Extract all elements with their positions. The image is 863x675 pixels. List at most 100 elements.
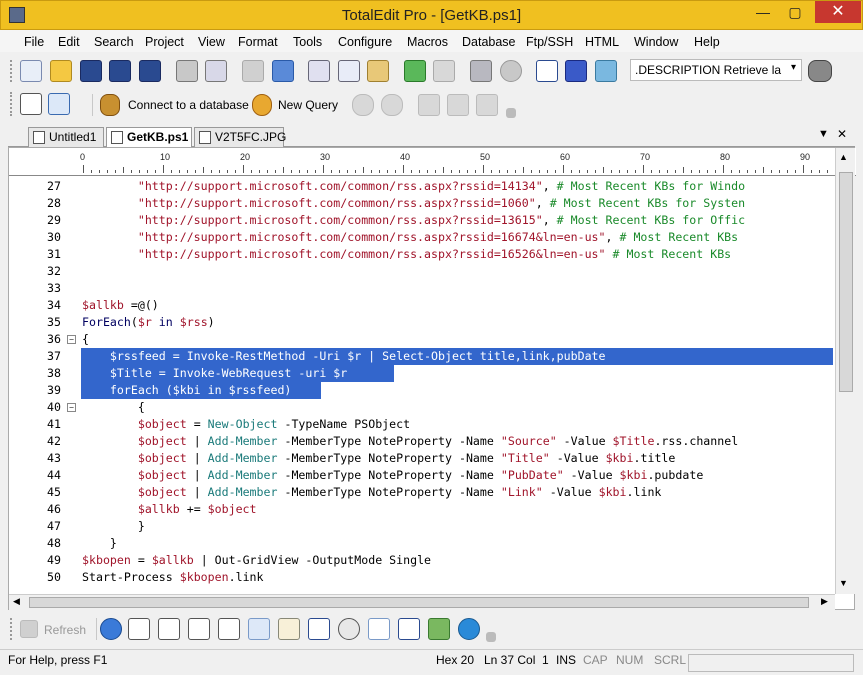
menu-edit[interactable]: Edit <box>58 35 80 49</box>
code-line[interactable]: 42 $object | Add-Member -MemberType Note… <box>9 433 835 450</box>
code-line[interactable]: 50 Start-Process $kbopen.link <box>9 569 835 586</box>
new-file-icon[interactable] <box>20 60 42 82</box>
scroll-up-icon[interactable]: ▲ <box>839 152 848 162</box>
code-line[interactable]: 31 "http://support.microsoft.com/common/… <box>9 246 835 263</box>
undo-icon[interactable] <box>242 60 264 82</box>
code-line[interactable]: 45 $object | Add-Member -MemberType Note… <box>9 484 835 501</box>
refresh-button[interactable]: Refresh <box>20 618 92 640</box>
code-line[interactable]: 47 } <box>9 518 835 535</box>
close-tab-icon[interactable]: ✕ <box>837 127 847 141</box>
code-line[interactable]: 33 <box>9 280 835 297</box>
cut-icon[interactable] <box>308 60 330 82</box>
preview-search-icon[interactable] <box>458 618 480 640</box>
font-icon[interactable] <box>565 60 587 82</box>
fold-toggle-icon[interactable]: − <box>67 335 76 344</box>
menu-ftp-ssh[interactable]: Ftp/SSH <box>526 35 573 49</box>
export-icon[interactable] <box>433 60 455 82</box>
chevron-down-icon[interactable]: ▾ <box>791 62 796 73</box>
binoculars-icon[interactable] <box>808 60 832 82</box>
menu-database[interactable]: Database <box>462 35 516 49</box>
code-line[interactable]: 27 "http://support.microsoft.com/common/… <box>9 178 835 195</box>
copy-icon[interactable] <box>338 60 360 82</box>
checklist-icon[interactable] <box>536 60 558 82</box>
insert-image-icon[interactable] <box>428 618 450 640</box>
vertical-scrollbar[interactable]: ▲ ▼ <box>835 148 855 594</box>
tab-untitled1[interactable]: Untitled1 <box>28 127 104 147</box>
code-line[interactable]: 38 $Title = Invoke-WebRequest -uri $r <box>9 365 835 382</box>
code-line[interactable]: 32 <box>9 263 835 280</box>
scroll-left-icon[interactable]: ◀ <box>13 596 20 607</box>
code-line[interactable]: 30 "http://support.microsoft.com/common/… <box>9 229 835 246</box>
code-line[interactable]: 36−{ <box>9 331 835 348</box>
code-line[interactable]: 49 $kbopen = $allkb | Out-GridView -Outpu… <box>9 552 835 569</box>
code-line[interactable]: 44 $object | Add-Member -MemberType Note… <box>9 467 835 484</box>
redo-icon[interactable] <box>272 60 294 82</box>
title-view-icon[interactable] <box>48 93 70 115</box>
table-icon[interactable] <box>128 618 150 640</box>
tab-getkb[interactable]: GetKB.ps1 <box>106 127 192 148</box>
save-as-icon[interactable] <box>109 60 131 82</box>
stop-icon[interactable] <box>500 60 522 82</box>
checkbox-icon[interactable] <box>308 618 330 640</box>
code-line[interactable]: 40− { <box>9 399 835 416</box>
code-line[interactable]: 29 "http://support.microsoft.com/common/… <box>9 212 835 229</box>
scroll-down-icon[interactable]: ▼ <box>839 578 848 588</box>
print-preview-icon[interactable] <box>205 60 227 82</box>
code-editor[interactable]: 0 10 20 30 40 50 60 70 80 90 27 "http://support.m… <box>8 147 856 610</box>
menu-view[interactable]: View <box>198 35 225 49</box>
toolbar-overflow-icon[interactable] <box>506 108 516 118</box>
text-field-icon[interactable] <box>158 618 180 640</box>
code-line[interactable]: 41 $object = New-Object -TypeName PSObje… <box>9 416 835 433</box>
tab-image[interactable]: V2T5FC.JPG <box>194 127 286 147</box>
menu-help[interactable]: Help <box>694 35 720 49</box>
form-icon[interactable] <box>368 618 390 640</box>
scroll-thumb[interactable] <box>839 172 853 392</box>
menu-macros[interactable]: Macros <box>407 35 448 49</box>
toolbar-grip[interactable] <box>10 60 13 82</box>
import-icon[interactable] <box>404 60 426 82</box>
maximize-button[interactable]: ▢ <box>781 2 809 24</box>
pencil-icon[interactable] <box>278 618 300 640</box>
code-line[interactable]: 46 $allkb += $object <box>9 501 835 518</box>
list-view-icon[interactable] <box>20 93 42 115</box>
menu-window[interactable]: Window <box>634 35 678 49</box>
anchor-icon[interactable] <box>398 618 420 640</box>
globe-icon[interactable] <box>100 618 122 640</box>
textarea-icon[interactable] <box>218 618 240 640</box>
toolbar-overflow-icon[interactable] <box>486 632 496 642</box>
scroll-right-icon[interactable]: ▶ <box>821 596 828 607</box>
code-line[interactable]: 39 forEach ($kbi in $rssfeed) <box>9 382 835 399</box>
description-dropdown[interactable]: .DESCRIPTION Retrieve la <box>630 59 802 81</box>
code-line[interactable]: 34 $allkb =@() <box>9 297 835 314</box>
menu-tools[interactable]: Tools <box>293 35 322 49</box>
frame-icon[interactable] <box>248 618 270 640</box>
open-folder-icon[interactable] <box>50 60 72 82</box>
paste-icon[interactable] <box>367 60 389 82</box>
hscroll-thumb[interactable] <box>29 597 809 608</box>
radio-icon[interactable] <box>338 618 360 640</box>
image-icon[interactable] <box>595 60 617 82</box>
toolbar-grip[interactable] <box>10 92 13 116</box>
menu-project[interactable]: Project <box>145 35 184 49</box>
save-all-icon[interactable] <box>139 60 161 82</box>
save-icon[interactable] <box>80 60 102 82</box>
code-line[interactable]: 37 $rssfeed = Invoke-RestMethod -Uri $r … <box>9 348 835 365</box>
code-line[interactable]: 48 } <box>9 535 835 552</box>
close-button[interactable]: ✕ <box>815 1 861 23</box>
code-line[interactable]: 43 $object | Add-Member -MemberType Note… <box>9 450 835 467</box>
toolbar-grip[interactable] <box>10 618 13 640</box>
minimize-button[interactable]: — <box>749 2 777 24</box>
menu-configure[interactable]: Configure <box>338 35 392 49</box>
horizontal-scrollbar[interactable]: ◀ ▶ <box>9 594 835 610</box>
code-line[interactable]: 28 "http://support.microsoft.com/common/… <box>9 195 835 212</box>
wrench-icon[interactable] <box>470 60 492 82</box>
code-area[interactable]: 27 "http://support.microsoft.com/common/… <box>9 176 835 594</box>
code-line[interactable]: 35 ForEach($r in $rss) <box>9 314 835 331</box>
menu-file[interactable]: File <box>24 35 44 49</box>
fold-toggle-icon[interactable]: − <box>67 403 76 412</box>
menu-html[interactable]: HTML <box>585 35 619 49</box>
menu-search[interactable]: Search <box>94 35 134 49</box>
menu-format[interactable]: Format <box>238 35 278 49</box>
print-icon[interactable] <box>176 60 198 82</box>
password-field-icon[interactable] <box>188 618 210 640</box>
